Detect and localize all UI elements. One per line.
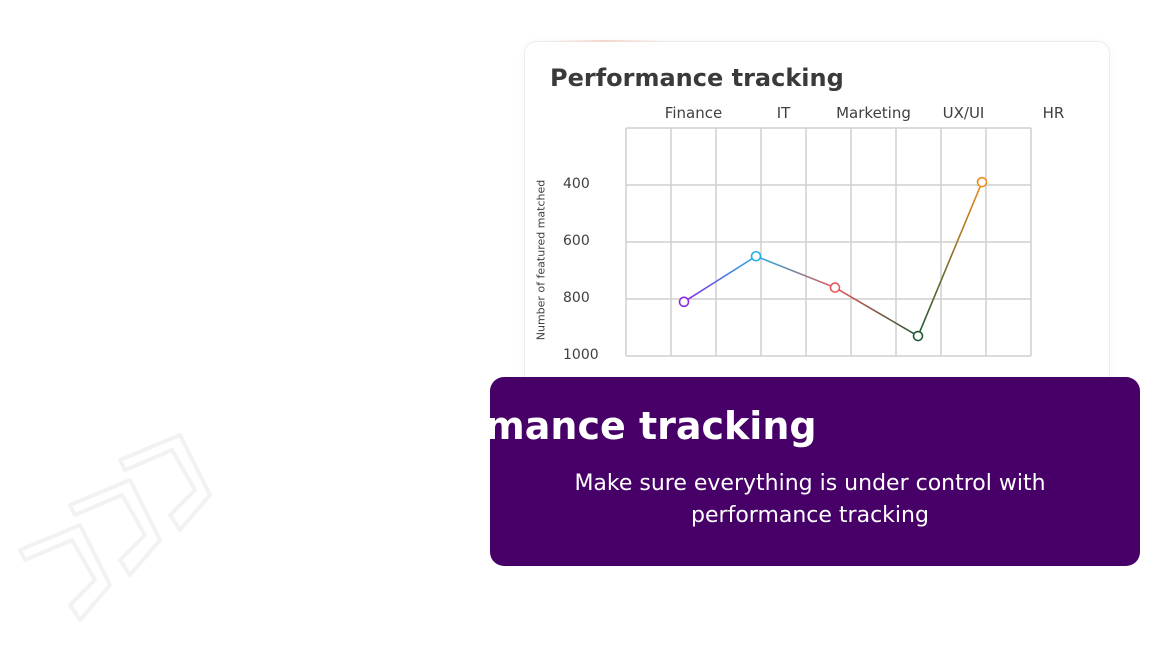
- data-point: [912, 330, 924, 342]
- chart-grid: [625, 127, 1032, 357]
- banner-subtitle: Make sure everything is under control wi…: [574, 471, 1046, 528]
- data-point: [976, 176, 988, 188]
- banner-title: Performance tracking: [351, 404, 817, 448]
- series-line-segment: [917, 181, 983, 337]
- data-point: [829, 282, 841, 293]
- data-point: [678, 296, 690, 308]
- series-line-segment: [834, 286, 919, 337]
- data-point: [750, 250, 762, 262]
- series-line-segment: [683, 255, 757, 303]
- series-line-segment: [755, 255, 836, 289]
